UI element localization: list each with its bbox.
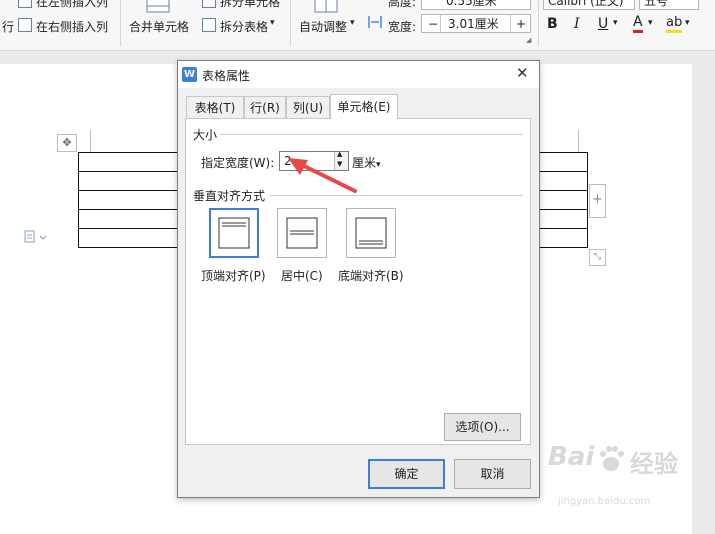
insert-column-left-icon	[18, 0, 32, 8]
column-width-label: 宽度:	[388, 20, 417, 34]
width-decrease-button[interactable]: −	[428, 15, 438, 34]
align-center-icon	[286, 217, 318, 249]
highlight-button[interactable]: ab	[666, 15, 683, 33]
align-top-icon	[218, 217, 250, 249]
split-cells-icon	[202, 0, 216, 8]
add-column-button[interactable]: +	[589, 184, 606, 218]
split-table-button[interactable]: 拆分表格	[220, 18, 268, 35]
dialog-title: 表格属性	[202, 69, 251, 83]
close-icon[interactable]: ✕	[516, 64, 529, 82]
italic-button[interactable]: I	[574, 16, 580, 32]
align-top-button[interactable]	[209, 208, 259, 258]
table-resize-handle-icon[interactable]: ⤡	[589, 249, 606, 266]
font-size-select[interactable]: 五号	[639, 0, 699, 10]
align-bottom-label: 底端对齐(B)	[338, 269, 404, 283]
ribbon-separator	[538, 0, 539, 46]
divider	[220, 134, 523, 135]
insert-column-right-icon	[18, 18, 32, 32]
auto-adjust-button[interactable]: 自动调整	[299, 18, 347, 35]
highlight-dropdown-icon[interactable]: ▾	[685, 18, 690, 28]
column-width-stepper[interactable]: − 3.01厘米 +	[421, 14, 531, 33]
group-expand-icon[interactable]: ◢	[526, 36, 531, 44]
ribbon-toolbar: 在左侧插入列 行 在右侧插入列 合并单元格 拆分单元格 拆分表格 ▾ 自动调整 …	[0, 0, 715, 51]
annotation-arrow-icon	[288, 158, 357, 193]
baidu-watermark: Bai 经验 jingyan.baidu.com	[548, 442, 678, 507]
underline-dropdown-icon[interactable]: ▾	[613, 18, 618, 28]
align-bottom-button[interactable]	[346, 208, 396, 258]
cancel-button[interactable]: 取消	[454, 459, 531, 489]
baidu-paw-icon	[600, 446, 624, 471]
wps-logo-icon: W	[182, 67, 197, 82]
tab-column[interactable]: 列(U)	[286, 96, 330, 118]
size-group-label: 大小	[193, 128, 218, 142]
font-color-button[interactable]: A	[633, 15, 643, 33]
vertical-alignment-group-label: 垂直对齐方式	[193, 189, 266, 203]
split-cells-button[interactable]: 拆分单元格	[220, 0, 280, 10]
preferred-width-label: 指定宽度(W):	[201, 156, 275, 170]
width-value: 3.01厘米	[448, 17, 499, 31]
ribbon-separator	[290, 0, 291, 46]
tab-cell[interactable]: 单元格(E)	[330, 94, 398, 119]
paragraph-layout-icon[interactable]	[22, 229, 50, 245]
align-center-label: 居中(C)	[281, 269, 323, 283]
chevron-down-icon: ▾	[376, 160, 381, 170]
insert-column-left-button[interactable]: 在左侧插入列	[36, 0, 108, 10]
align-center-button[interactable]	[277, 208, 327, 258]
ribbon-separator	[120, 0, 121, 46]
ok-button[interactable]: 确定	[368, 459, 445, 489]
options-button[interactable]: 选项(O)...	[444, 413, 521, 441]
table-properties-dialog: W 表格属性 ✕ 表格(T) 行(R) 列(U) 单元格(E) 大小 指定宽度(…	[177, 60, 540, 498]
auto-adjust-icon	[314, 0, 338, 13]
font-name-select[interactable]: Calibri (正文)	[543, 0, 635, 10]
font-color-dropdown-icon[interactable]: ▾	[648, 18, 653, 28]
row-height-label: 高度:	[388, 0, 417, 9]
tab-table[interactable]: 表格(T)	[186, 96, 244, 118]
auto-adjust-dropdown-icon[interactable]: ▾	[350, 18, 355, 28]
align-bottom-icon	[355, 217, 387, 249]
align-top-label: 顶端对齐(P)	[201, 269, 266, 283]
merge-cells-icon	[146, 0, 170, 13]
table-move-handle-icon[interactable]: ✥	[57, 134, 77, 152]
dialog-title-bar[interactable]: W 表格属性 ✕	[178, 61, 539, 88]
column-width-icon	[368, 16, 382, 28]
width-increase-button[interactable]: +	[516, 15, 526, 34]
bold-button[interactable]: B	[547, 16, 558, 32]
split-table-icon	[202, 18, 216, 32]
row-height-stepper[interactable]: 0.55厘米	[421, 0, 531, 10]
split-table-dropdown-icon[interactable]: ▾	[270, 18, 275, 28]
tab-row[interactable]: 行(R)	[244, 96, 286, 118]
insert-row-button-partial[interactable]: 行	[2, 18, 14, 35]
merge-cells-button[interactable]: 合并单元格	[129, 18, 189, 35]
insert-column-right-button[interactable]: 在右侧插入列	[36, 18, 108, 35]
underline-button[interactable]: U	[598, 16, 608, 32]
